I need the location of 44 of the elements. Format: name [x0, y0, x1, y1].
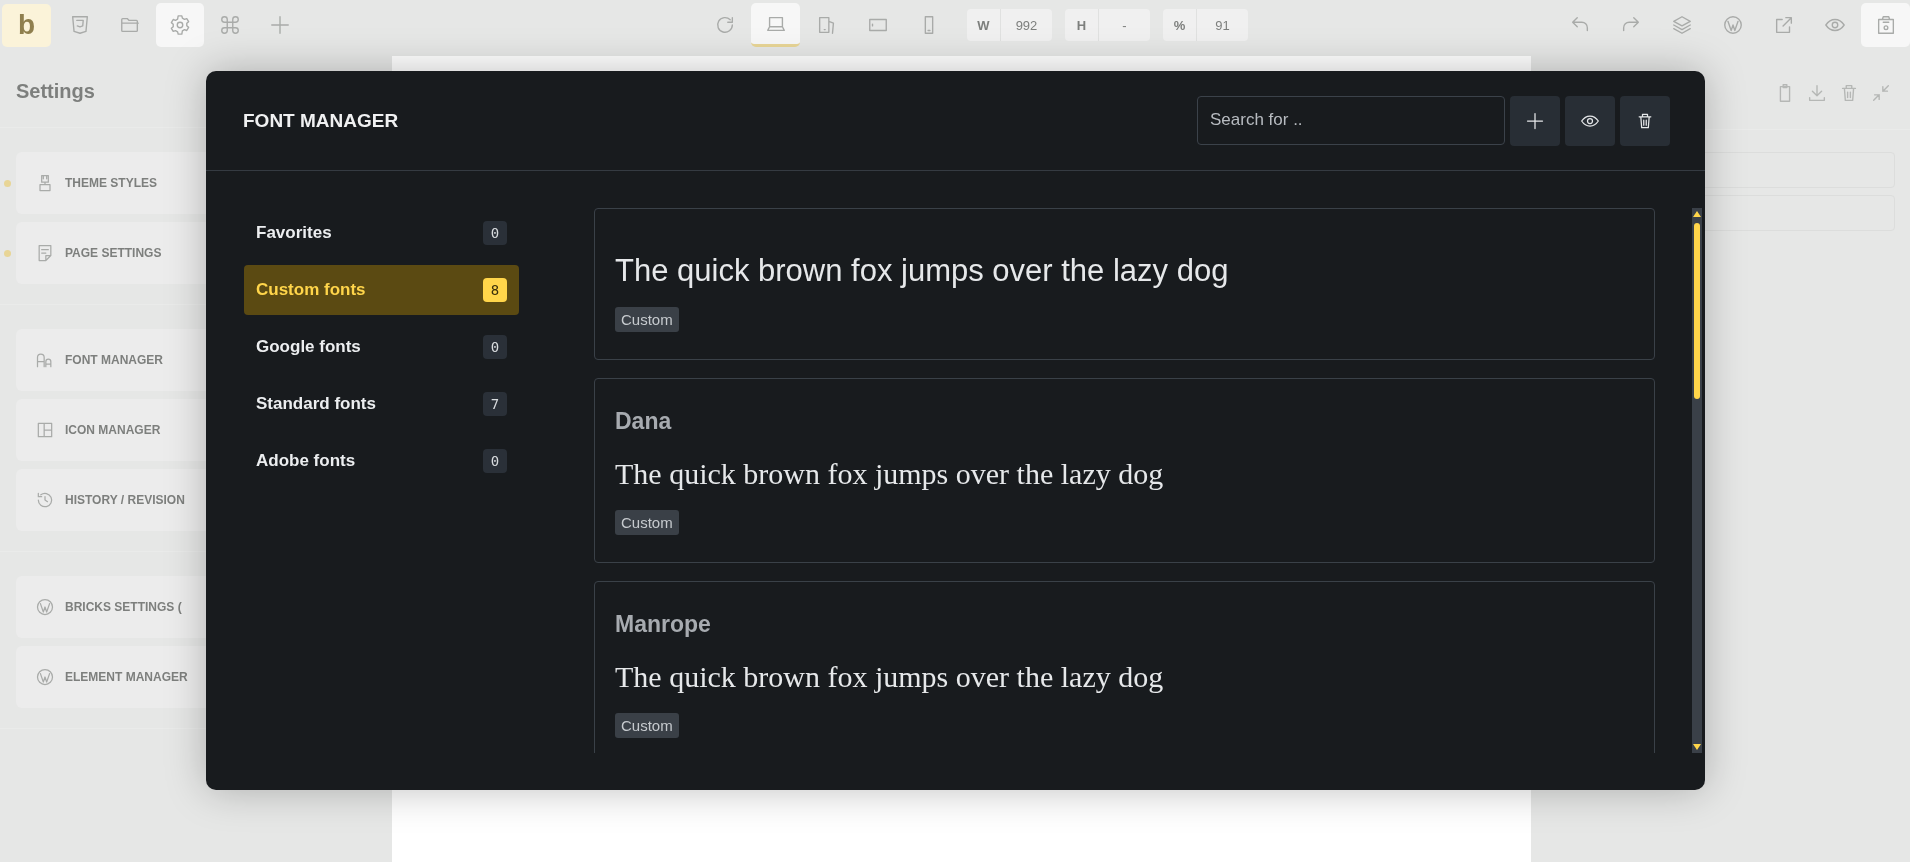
search-field[interactable]: Search for ..: [1197, 95, 1505, 145]
count-badge: 0: [483, 221, 507, 245]
logo-icon: [35, 597, 55, 617]
save-button[interactable]: [1861, 3, 1910, 47]
laptop-button[interactable]: [751, 3, 800, 47]
count-badge: 8: [483, 278, 507, 302]
font-card[interactable]: The quick brown fox jumps over the lazy dog Custom: [594, 208, 1655, 360]
count-badge: 7: [483, 392, 507, 416]
add-button[interactable]: [1510, 95, 1560, 146]
font-preview: The quick brown fox jumps over the lazy dog: [615, 252, 1230, 290]
history-icon: [35, 490, 55, 510]
count-badge: 0: [483, 335, 507, 359]
category-item[interactable]: Favorites 0: [244, 208, 519, 258]
font-card[interactable]: Manrope The quick brown fox jumps over the lazy dog Custom: [594, 581, 1655, 753]
logo-icon: [35, 667, 55, 687]
delete-button[interactable]: [1620, 95, 1670, 146]
shield-icon: [69, 14, 91, 36]
size-field[interactable]: W 992: [967, 9, 1052, 41]
layout-icon: [35, 420, 55, 440]
font-name: Manrope: [615, 609, 712, 639]
settings-icon: [169, 14, 191, 36]
logo-button[interactable]: b: [2, 3, 51, 47]
layers-icon: [1670, 14, 1693, 36]
count-badge: 0: [483, 449, 507, 473]
size-field[interactable]: % 91: [1163, 9, 1248, 41]
command-icon: [219, 14, 241, 36]
settings-button[interactable]: [156, 3, 204, 47]
font-name: Dana: [615, 406, 673, 436]
font-preview: The quick brown fox jumps over the lazy dog: [615, 456, 1165, 492]
add-icon: [269, 14, 291, 36]
preview-button[interactable]: [1565, 95, 1615, 146]
logo-icon: [1721, 14, 1744, 36]
size-field[interactable]: H -: [1065, 9, 1150, 41]
font-tag: Custom: [615, 307, 679, 332]
category-item[interactable]: Adobe fonts 0: [244, 436, 519, 486]
font-tag: Custom: [615, 510, 679, 535]
category-item[interactable]: Custom fonts 8: [244, 265, 519, 315]
category-item[interactable]: Google fonts 0: [244, 322, 519, 372]
scrollbar[interactable]: [1692, 208, 1702, 753]
font-card[interactable]: Dana The quick brown fox jumps over the lazy dog Custom: [594, 378, 1655, 563]
add-icon: [1525, 110, 1545, 131]
category-item[interactable]: Standard fonts 7: [244, 379, 519, 429]
font-tag: Custom: [615, 713, 679, 738]
font-preview: The quick brown fox jumps over the lazy dog: [615, 659, 1165, 695]
